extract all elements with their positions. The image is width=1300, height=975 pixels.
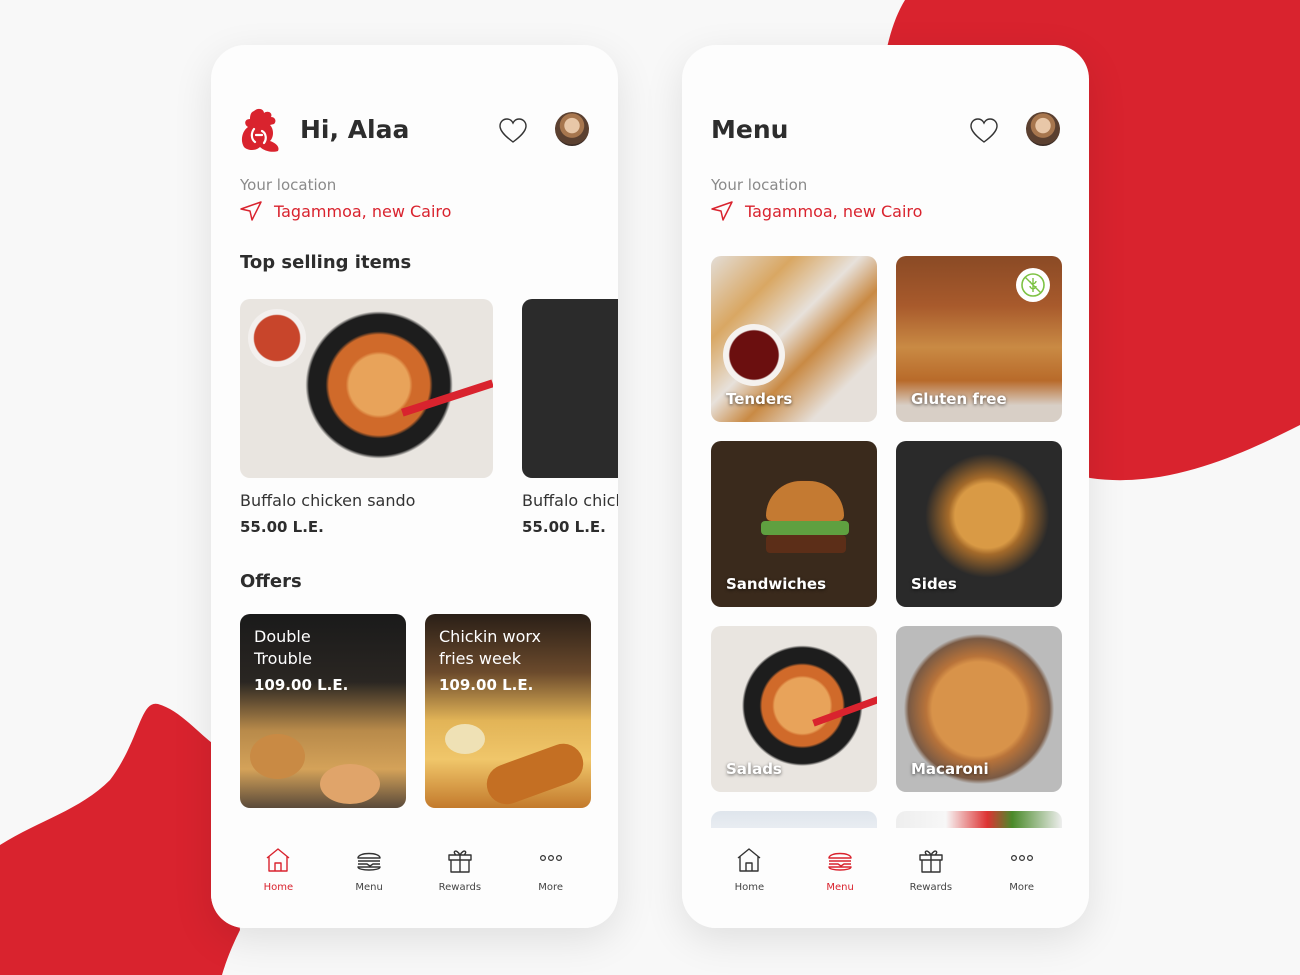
location-value: Tagammoa, new Cairo: [745, 201, 923, 221]
gluten-free-badge: [1016, 268, 1050, 302]
menu-screen: Menu Your location Tagammoa, new Cairo T…: [682, 45, 1089, 928]
category-label: Sandwiches: [726, 575, 827, 593]
burger-icon: [357, 852, 381, 871]
tab-more[interactable]: More: [982, 828, 1062, 928]
home-icon: [266, 848, 290, 872]
burger-icon: [828, 852, 852, 871]
category-tile-macaroni[interactable]: Macaroni: [896, 626, 1062, 792]
user-avatar[interactable]: [1026, 112, 1060, 146]
top-selling-title: Top selling items: [240, 252, 412, 273]
category-tile-tenders[interactable]: Tenders: [711, 256, 877, 422]
top-item-price: 55.00 L.E.: [240, 518, 324, 536]
location-label: Your location: [240, 176, 337, 194]
location-selector[interactable]: Tagammoa, new Cairo: [240, 201, 451, 221]
bottom-tab-bar: Home Menu Rewards More: [682, 828, 1089, 928]
top-item-card[interactable]: Buffalo chicken 55.00 L.E.: [522, 299, 618, 536]
user-avatar[interactable]: [555, 112, 589, 146]
more-dots-icon: [539, 855, 562, 862]
top-selling-carousel[interactable]: Buffalo chicken sando 55.00 L.E. Buffalo…: [240, 299, 618, 549]
tab-label: More: [1009, 882, 1035, 893]
home-screen: Hi, Alaa Your location Tagammoa, new Cai…: [211, 45, 618, 928]
location-arrow-icon: [711, 201, 733, 221]
top-item-image: [522, 299, 618, 478]
greeting-title: Hi, Alaa: [300, 115, 410, 144]
tab-label: Rewards: [438, 882, 482, 893]
gift-icon: [448, 850, 472, 873]
home-icon: [737, 848, 761, 872]
tab-label: More: [538, 882, 564, 893]
offer-price: 109.00 L.E.: [254, 676, 349, 694]
offer-title-line1: Double: [254, 627, 311, 646]
category-tile-sandwiches[interactable]: Sandwiches: [711, 441, 877, 607]
tab-home[interactable]: Home: [238, 828, 318, 928]
location-selector[interactable]: Tagammoa, new Cairo: [711, 201, 922, 221]
menu-header: Menu: [711, 105, 1060, 155]
location-value: Tagammoa, new Cairo: [274, 201, 452, 221]
tab-menu[interactable]: Menu: [800, 828, 880, 928]
tab-label: Rewards: [909, 882, 953, 893]
category-label: Tenders: [726, 390, 793, 408]
category-label: Sides: [911, 575, 957, 593]
category-label: Macaroni: [911, 760, 989, 778]
category-label: Gluten free: [911, 390, 1007, 408]
top-item-name: Buffalo chicken: [522, 491, 618, 510]
tab-more[interactable]: More: [511, 828, 591, 928]
top-item-image: [240, 299, 493, 478]
offer-title-line2: Trouble: [254, 649, 313, 668]
offer-price: 109.00 L.E.: [439, 676, 534, 694]
background-blob-top-right: [0, 0, 1300, 975]
category-tile-gluten-free[interactable]: Gluten free: [896, 256, 1062, 422]
more-dots-icon: [1010, 855, 1033, 862]
top-item-name: Buffalo chicken sando: [240, 491, 416, 510]
tab-home[interactable]: Home: [709, 828, 789, 928]
tab-menu[interactable]: Menu: [329, 828, 409, 928]
tab-label: Home: [734, 882, 765, 893]
top-item-card[interactable]: Buffalo chicken sando 55.00 L.E.: [240, 299, 493, 536]
category-tile-peek: [711, 811, 877, 829]
offer-card[interactable]: Double Trouble 109.00 L.E.: [240, 614, 406, 808]
category-tile-salads[interactable]: Salads: [711, 626, 877, 792]
offer-title-line2: fries week: [439, 649, 521, 668]
category-tile-peek: [896, 811, 1062, 829]
tab-label: Menu: [355, 882, 383, 893]
rooster-logo-icon: [241, 108, 279, 152]
tab-rewards[interactable]: Rewards: [420, 828, 500, 928]
offers-title: Offers: [240, 571, 302, 592]
offer-card[interactable]: Chickin worx fries week 109.00 L.E.: [425, 614, 591, 808]
favorites-heart-icon[interactable]: [499, 118, 527, 144]
top-item-price: 55.00 L.E.: [522, 518, 606, 536]
gift-icon: [919, 850, 943, 873]
tab-rewards[interactable]: Rewards: [891, 828, 971, 928]
location-arrow-icon: [240, 201, 262, 221]
location-label: Your location: [711, 176, 808, 194]
home-header: Hi, Alaa: [240, 105, 589, 155]
bottom-tab-bar: Home Menu Rewards More: [211, 828, 618, 928]
tab-label: Home: [263, 882, 294, 893]
favorites-heart-icon[interactable]: [970, 118, 998, 144]
tab-label: Menu: [826, 882, 854, 893]
category-label: Salads: [726, 760, 782, 778]
gluten-free-icon: [1021, 273, 1045, 297]
offer-title-line1: Chickin worx: [439, 627, 541, 646]
menu-title: Menu: [711, 115, 789, 144]
category-tile-sides[interactable]: Sides: [896, 441, 1062, 607]
